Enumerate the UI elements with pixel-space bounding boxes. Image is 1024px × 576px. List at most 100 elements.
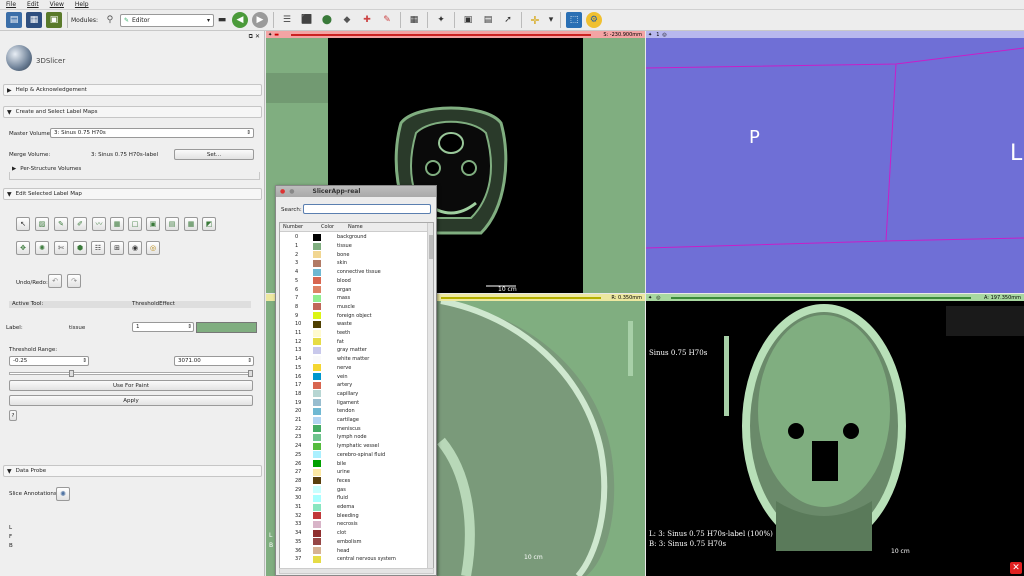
table-row[interactable]: 1 tissue — [283, 242, 429, 251]
table-row[interactable]: 17 artery — [283, 381, 429, 390]
table-row[interactable]: 0 background — [283, 233, 429, 242]
table-row[interactable]: 33 necrosis — [283, 520, 429, 529]
module-selector[interactable]: ✎ Editor ▾ — [119, 13, 214, 27]
table-row[interactable]: 30 fluid — [283, 494, 429, 503]
default-tool-icon[interactable]: ↖ — [16, 217, 30, 231]
grid-icon[interactable]: ▦ — [184, 217, 198, 231]
close-error-icon[interactable]: ✕ — [1010, 562, 1022, 574]
erode-icon[interactable]: ▤ — [165, 217, 179, 231]
remove-islands-icon[interactable]: ✄ — [54, 241, 68, 255]
label-value-spinbox[interactable]: 1 ⇕ — [132, 322, 194, 332]
window-close-icon[interactable]: ● — [280, 188, 285, 195]
table-row[interactable]: 25 cerebro-spinal fluid — [283, 451, 429, 460]
table-row[interactable]: 10 waste — [283, 320, 429, 329]
change-island-icon[interactable]: ✺ — [35, 241, 49, 255]
table-row[interactable]: 20 tendon — [283, 407, 429, 416]
forward-arrow-icon[interactable]: ▶ — [251, 12, 268, 28]
paint-icon[interactable]: ✎ — [54, 217, 68, 231]
models-icon[interactable]: ⬤ — [319, 12, 335, 28]
search-input[interactable] — [303, 204, 431, 214]
table-row[interactable]: 8 muscle — [283, 303, 429, 312]
image-erode-icon[interactable]: ▦ — [110, 217, 124, 231]
float-icon[interactable]: ⧉ — [249, 33, 253, 41]
table-row[interactable]: 13 gray matter — [283, 346, 429, 355]
table-row[interactable]: 11 teeth — [283, 329, 429, 338]
section-help[interactable]: ▶ Help & Acknowledgement — [3, 84, 262, 96]
window-minimize-icon[interactable]: ● — [289, 188, 294, 195]
horizontal-scrollbar[interactable] — [279, 568, 434, 574]
section-edit[interactable]: ▼ Edit Selected Label Map — [3, 188, 262, 200]
menu-view[interactable]: View — [50, 1, 64, 8]
green-offset-slider[interactable] — [670, 296, 971, 299]
threshold-max-input[interactable]: 3071.00 ⇕ — [174, 356, 254, 366]
threshold-min-input[interactable]: -0.25 ⇕ — [9, 356, 89, 366]
yellow-offset-slider[interactable] — [441, 296, 601, 299]
save-icon[interactable]: ▣ — [46, 12, 62, 28]
table-row[interactable]: 18 capillary — [283, 390, 429, 399]
table-row[interactable]: 32 bleeding — [283, 511, 429, 520]
pin-icon[interactable]: ✦ — [648, 32, 652, 38]
wand-icon[interactable]: ◎ — [146, 241, 160, 255]
editor-tool-icon[interactable]: ✎ — [379, 12, 395, 28]
python-icon[interactable]: ⚙ — [585, 12, 602, 28]
table-row[interactable]: 22 meniscus — [283, 424, 429, 433]
table-row[interactable]: 3 skin — [283, 259, 429, 268]
link-icon[interactable]: ◎ — [662, 32, 666, 38]
table-row[interactable]: 19 ligament — [283, 398, 429, 407]
markups-icon[interactable]: ✚ — [359, 12, 375, 28]
screenshot-icon[interactable]: ▣ — [460, 12, 476, 28]
table-row[interactable]: 35 embolism — [283, 538, 429, 547]
chevron-down-icon[interactable]: ▾ — [547, 12, 555, 28]
grow-cut-icon[interactable]: ◉ — [128, 241, 142, 255]
undo-icon[interactable]: ↶ — [48, 274, 62, 288]
transforms-icon[interactable]: ◆ — [339, 12, 355, 28]
table-row[interactable]: 2 bone — [283, 250, 429, 259]
annotations-settings-icon[interactable]: ✺ — [56, 487, 70, 501]
table-row[interactable]: 34 clot — [283, 529, 429, 538]
redo-icon[interactable]: ↷ — [67, 274, 81, 288]
table-row[interactable]: 37 central nervous system — [283, 555, 429, 564]
extension-manager-icon[interactable]: ⬚ — [565, 12, 582, 28]
link-icon[interactable]: ▬ — [274, 32, 279, 38]
help-button[interactable]: ? — [9, 410, 17, 421]
make-model-icon[interactable]: ⊞ — [110, 241, 124, 255]
table-row[interactable]: 7 mass — [283, 294, 429, 303]
save-island-icon[interactable]: ⬢ — [73, 241, 87, 255]
module-list-icon[interactable]: ▬ — [216, 12, 228, 28]
table-row[interactable]: 27 urine — [283, 468, 429, 477]
level-tracing-icon[interactable]: 〰 — [92, 217, 106, 231]
close-icon[interactable]: ✕ — [255, 33, 260, 41]
scene-view-icon[interactable]: ▤ — [480, 12, 496, 28]
green-slice-view[interactable]: ✦ ◎ A: 197.350mm 10 cm Sinus 0.75 H70s L… — [646, 294, 1024, 576]
table-row[interactable]: 31 edema — [283, 503, 429, 512]
back-arrow-icon[interactable]: ◀ — [231, 12, 248, 28]
threshold-slider-max-handle[interactable] — [248, 370, 253, 377]
draw-icon[interactable]: ✐ — [73, 217, 87, 231]
table-row[interactable]: 6 organ — [283, 285, 429, 294]
threshold-slider-track[interactable] — [9, 372, 253, 375]
link-icon[interactable]: ◎ — [656, 295, 660, 301]
volumes-icon[interactable]: ⬛ — [299, 12, 315, 28]
table-row[interactable]: 26 bile — [283, 459, 429, 468]
pin-icon[interactable]: ✦ — [648, 295, 652, 301]
rectangle-icon[interactable]: □ — [128, 217, 142, 231]
apply-button[interactable]: Apply — [9, 395, 253, 406]
table-row[interactable]: 36 head — [283, 546, 429, 555]
fiducial-icon[interactable]: ✛ — [527, 12, 543, 28]
crosshair-icon[interactable]: ✦ — [433, 12, 449, 28]
search-icon[interactable]: ⚲ — [102, 12, 118, 28]
table-row[interactable]: 15 nerve — [283, 364, 429, 373]
table-row[interactable]: 5 blood — [283, 277, 429, 286]
table-row[interactable]: 23 lymph node — [283, 433, 429, 442]
dicom-icon[interactable]: ▦ — [26, 12, 42, 28]
3d-view[interactable]: ✦ 1 ◎ P L — [646, 31, 1024, 293]
set-button[interactable]: Set... — [174, 149, 254, 160]
table-row[interactable]: 21 cartilage — [283, 416, 429, 425]
threshold-paint-icon[interactable]: ◩ — [202, 217, 216, 231]
menu-help[interactable]: Help — [75, 1, 89, 8]
menu-edit[interactable]: Edit — [27, 1, 39, 8]
mouse-mode-icon[interactable]: ➚ — [500, 12, 516, 28]
threshold-tool-icon[interactable]: ☷ — [91, 241, 105, 255]
dilate-icon[interactable]: ▣ — [146, 217, 160, 231]
vertical-scrollbar[interactable] — [427, 223, 433, 568]
